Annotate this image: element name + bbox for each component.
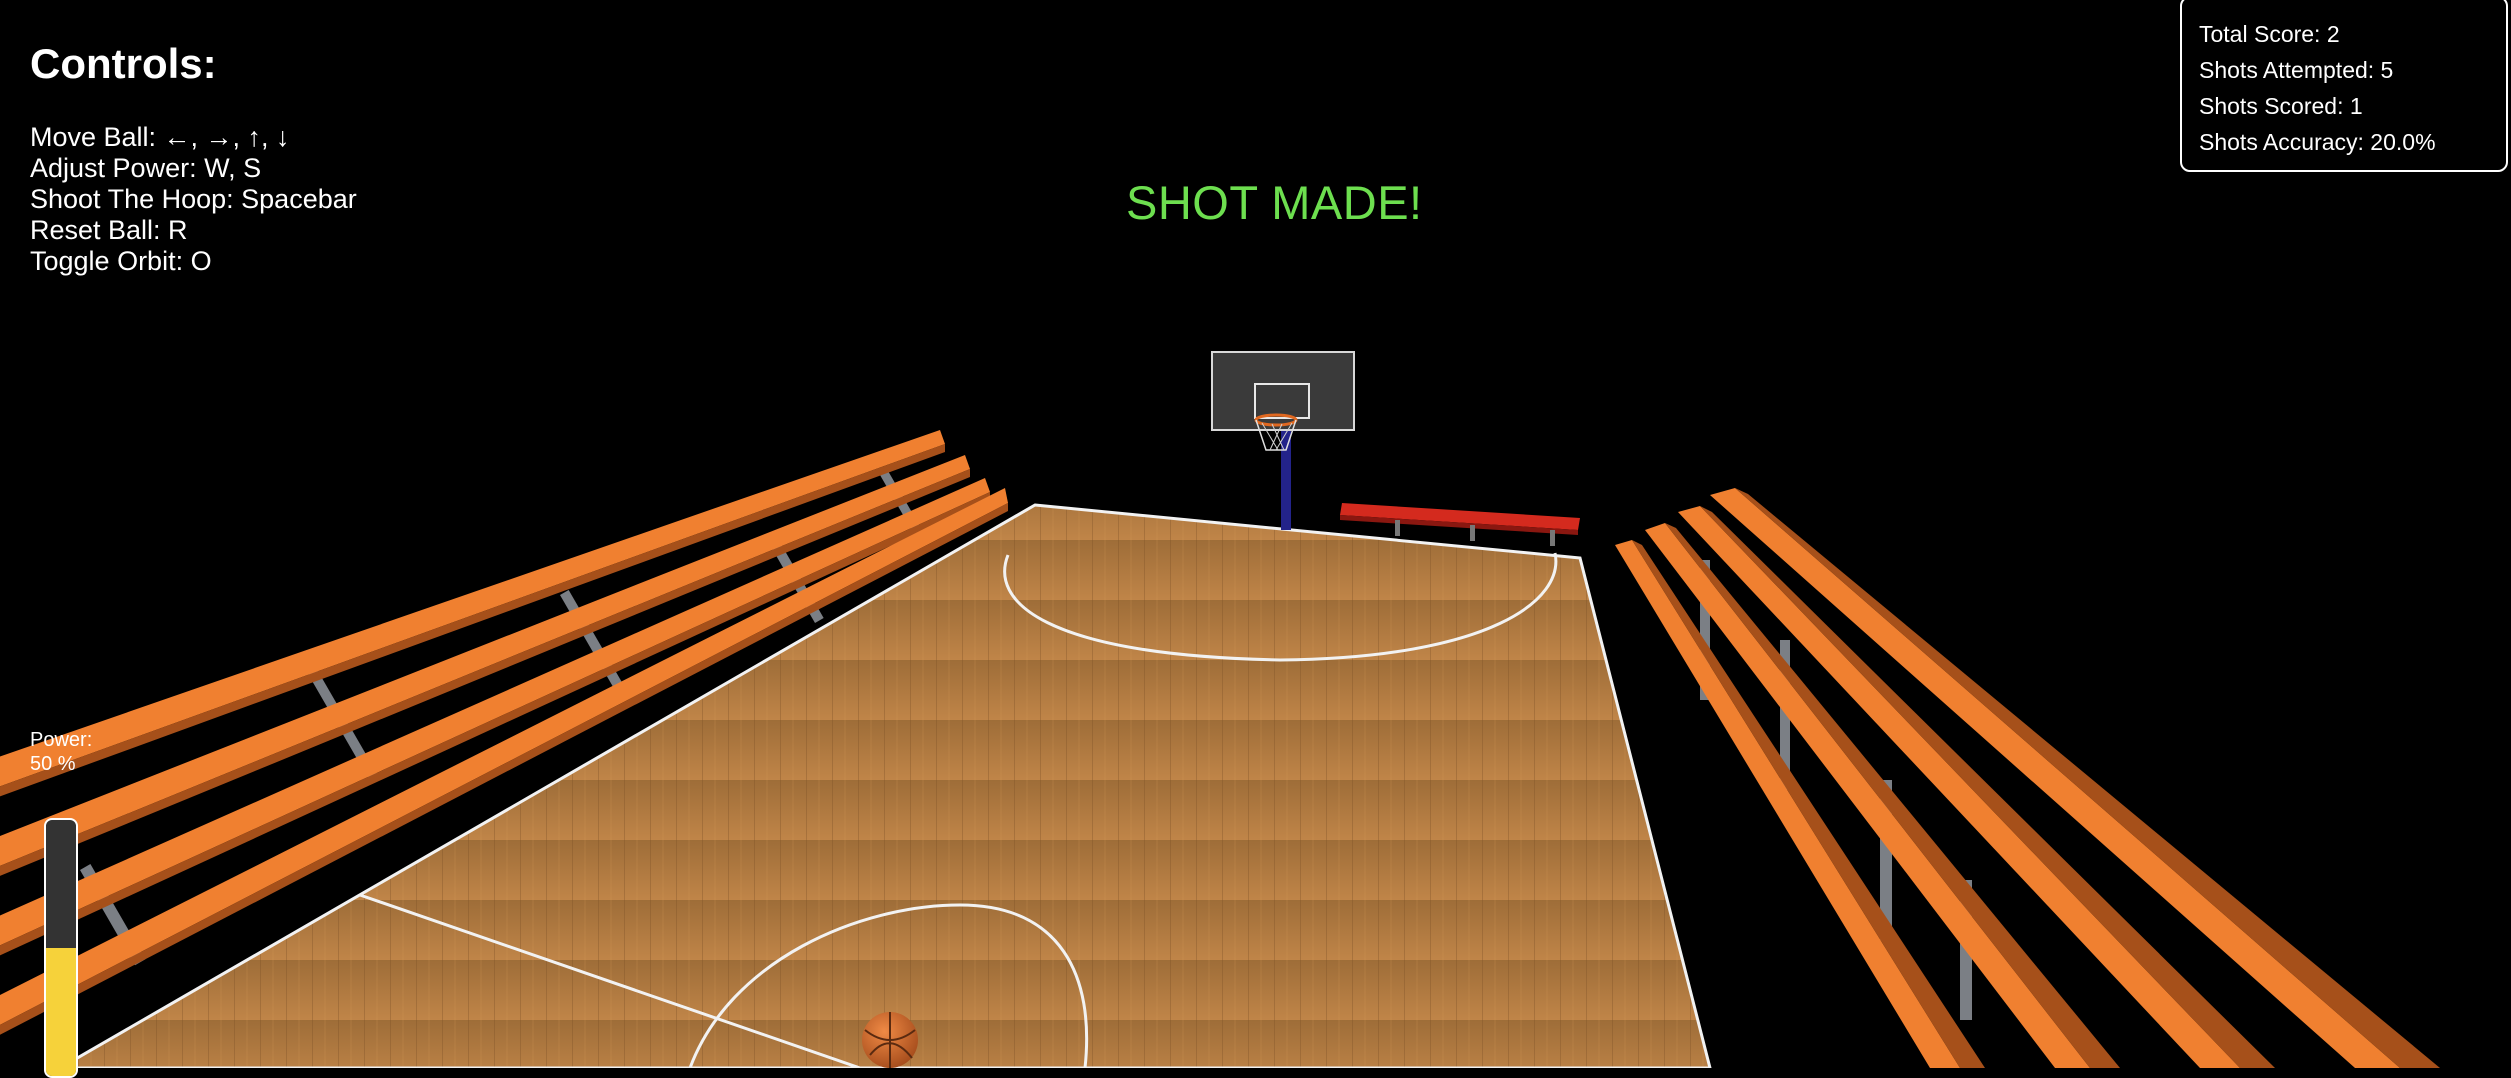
control-adjust-power: Adjust Power: W, S bbox=[30, 153, 262, 183]
control-toggle-orbit: Toggle Orbit: O bbox=[30, 246, 212, 276]
power-label: Power: bbox=[30, 729, 93, 751]
shots-accuracy: Shots Accuracy: 20.0% bbox=[2199, 129, 2436, 155]
scoreboard: Total Score: 2 Shots Attempted: 5 Shots … bbox=[2180, 0, 2508, 172]
control-reset-ball: Reset Ball: R bbox=[30, 215, 188, 245]
shot-status-message: SHOT MADE! bbox=[1126, 176, 1423, 229]
controls-title: Controls: bbox=[30, 40, 217, 87]
basketball-hoop bbox=[1211, 351, 1355, 530]
control-shoot: Shoot The Hoop: Spacebar bbox=[30, 184, 357, 214]
power-meter bbox=[44, 818, 78, 1078]
power-label-block: Power: 50 % bbox=[30, 728, 92, 776]
court-scene bbox=[0, 351, 2440, 1068]
shots-scored: Shots Scored: 1 bbox=[2199, 93, 2363, 119]
total-score: Total Score: 2 bbox=[2199, 21, 2340, 47]
control-move-ball: Move Ball: ←, →, ↑, ↓ bbox=[30, 122, 290, 152]
shots-attempted: Shots Attempted: 5 bbox=[2199, 57, 2394, 83]
power-value: 50 % bbox=[30, 753, 76, 775]
power-meter-fill bbox=[46, 948, 76, 1076]
basketball bbox=[862, 1012, 918, 1068]
controls-panel: Controls: Move Ball: ←, →, ↑, ↓ Adjust P… bbox=[30, 40, 357, 277]
right-bleachers bbox=[1615, 488, 2440, 1068]
